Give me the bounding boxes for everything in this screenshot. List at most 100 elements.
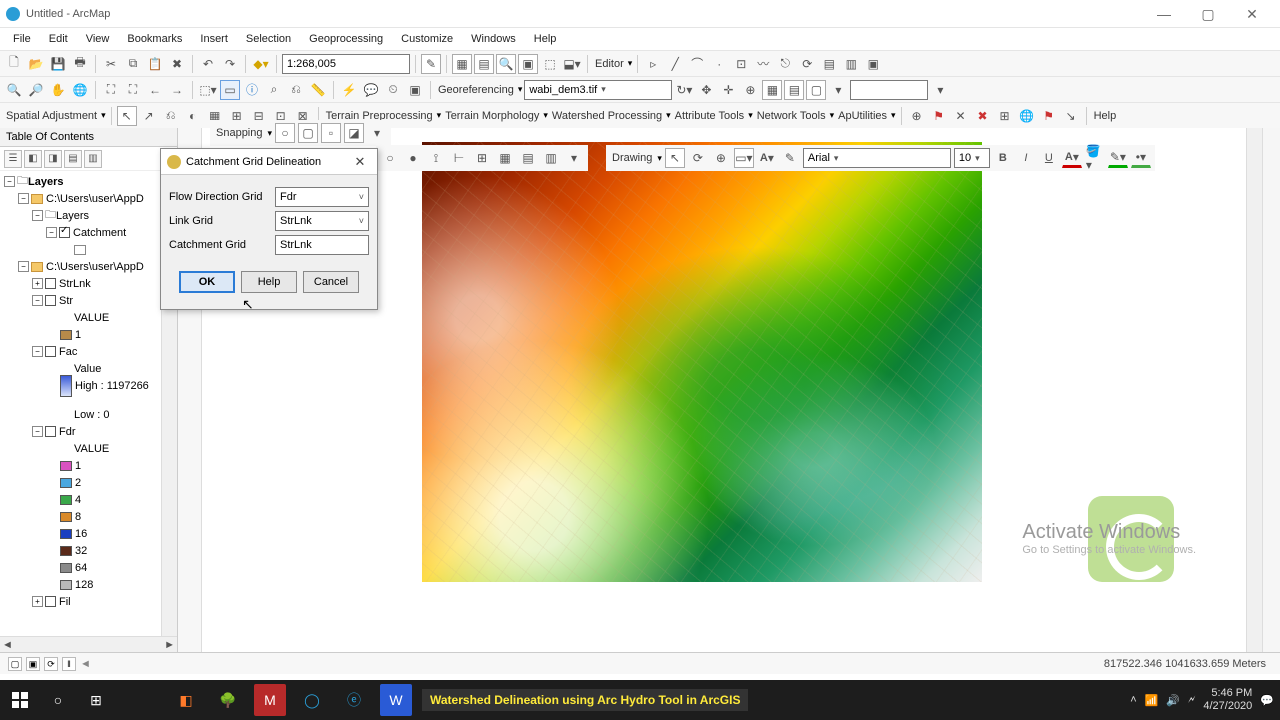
georef-shift-icon[interactable]: ✥ xyxy=(696,80,716,100)
layer-visibility-checkbox[interactable] xyxy=(45,278,56,289)
toc-group1[interactable]: C:\Users\user\AppD xyxy=(46,193,144,205)
toc-tree[interactable]: −🗀 Layers −C:\Users\user\AppD −🗀 Layers … xyxy=(0,171,177,636)
edit-attr-icon[interactable]: ▤ xyxy=(819,54,839,74)
toc-list-by-drawing-icon[interactable]: ☰ xyxy=(4,150,22,168)
print-icon[interactable]: 🖶 xyxy=(70,54,90,74)
georef-link-icon[interactable]: ✛ xyxy=(718,80,738,100)
layer-visibility-checkbox[interactable] xyxy=(45,295,56,306)
pan-icon[interactable]: ✋ xyxy=(48,80,68,100)
ah-point-icon[interactable]: ⊕ xyxy=(907,106,927,126)
shape-grid-icon[interactable]: ▦ xyxy=(495,148,515,168)
font-family-dropdown[interactable]: Arial xyxy=(803,148,951,168)
ah-trace-icon[interactable]: ✖ xyxy=(973,106,993,126)
expand-icon[interactable]: − xyxy=(32,295,43,306)
delete-icon[interactable]: ✖ xyxy=(167,54,187,74)
python-window-icon[interactable]: ▣ xyxy=(518,54,538,74)
shape-opt-icon[interactable]: ▾ xyxy=(564,148,584,168)
archydro-help-menu[interactable]: Help xyxy=(1092,110,1119,122)
toc-list-by-visibility-icon[interactable]: ◨ xyxy=(44,150,62,168)
layer-visibility-checkbox[interactable] xyxy=(45,346,56,357)
map-vertical-scrollbar[interactable] xyxy=(1246,128,1262,652)
full-extent-icon[interactable]: 🌐 xyxy=(70,80,90,100)
georef-options-icon[interactable]: ▾ xyxy=(930,80,950,100)
edit-point-icon[interactable]: · xyxy=(709,54,729,74)
draw-zoom-icon[interactable]: ⊕ xyxy=(711,148,731,168)
expand-icon[interactable]: − xyxy=(32,210,43,221)
symbol-swatch[interactable] xyxy=(60,330,72,340)
edit-sketch-icon[interactable]: ▥ xyxy=(841,54,861,74)
tray-battery-icon[interactable]: 🗲 xyxy=(1188,694,1195,707)
georef-value-input[interactable] xyxy=(850,80,928,100)
draw-text-icon[interactable]: A▾ xyxy=(757,148,777,168)
taskbar-clock[interactable]: 5:46 PM 4/27/2020 xyxy=(1203,687,1252,712)
expand-icon[interactable]: + xyxy=(32,278,43,289)
line-color-icon[interactable]: ✎▾ xyxy=(1108,148,1128,168)
menu-insert[interactable]: Insert xyxy=(191,31,237,47)
shape-grid2-icon[interactable]: ▤ xyxy=(518,148,538,168)
pause-icon[interactable]: ‖ xyxy=(62,657,76,671)
snapping-label[interactable]: Snapping xyxy=(214,127,265,139)
symbol-swatch[interactable] xyxy=(60,512,72,522)
edit-curve-icon[interactable]: ⌒ xyxy=(687,54,707,74)
sa-modify-icon[interactable]: ⎌ xyxy=(161,106,181,126)
symbol-ramp[interactable] xyxy=(60,375,72,397)
toc-list-by-source-icon[interactable]: ◧ xyxy=(24,150,42,168)
toc-group1-layers[interactable]: Layers xyxy=(56,210,89,222)
catchment-grid-input[interactable]: StrLnk xyxy=(275,235,369,255)
next-extent-icon[interactable]: → xyxy=(167,80,187,100)
edit-vertex-icon[interactable]: ⊡ xyxy=(731,54,751,74)
menu-bookmarks[interactable]: Bookmarks xyxy=(118,31,191,47)
expand-icon[interactable]: − xyxy=(32,346,43,357)
editor-label[interactable]: Editor xyxy=(593,58,626,70)
html-popup-icon[interactable]: 💬 xyxy=(361,80,381,100)
select-tool-icon[interactable]: ↖ xyxy=(117,106,137,126)
expand-icon[interactable]: − xyxy=(18,261,29,272)
close-button[interactable]: ✕ xyxy=(1230,0,1274,28)
editor-toolbar-icon[interactable]: ✎ xyxy=(421,54,441,74)
symbol-swatch[interactable] xyxy=(74,245,86,255)
help-button[interactable]: Help xyxy=(241,271,297,293)
edit-line-icon[interactable]: ╱ xyxy=(665,54,685,74)
toc-fil-layer[interactable]: Fil xyxy=(59,596,71,608)
menu-edit[interactable]: Edit xyxy=(40,31,77,47)
hyperlink-icon[interactable]: ⚡ xyxy=(339,80,359,100)
toc-list-by-selection-icon[interactable]: ▤ xyxy=(64,150,82,168)
georef-source-dropdown[interactable]: wabi_dem3.tif xyxy=(524,80,672,100)
shape-fillcircle-icon[interactable]: ● xyxy=(403,148,423,168)
snap-edge-icon[interactable]: ◪ xyxy=(344,123,364,143)
toc-strlnk-layer[interactable]: StrLnk xyxy=(59,278,91,290)
edit-split-icon[interactable]: ⎋ xyxy=(775,54,795,74)
shape-grid3-icon[interactable]: ▥ xyxy=(541,148,561,168)
measure-icon[interactable]: 📏 xyxy=(308,80,328,100)
map-scale-input[interactable] xyxy=(282,54,410,74)
zoom-in-icon[interactable]: 🔍 xyxy=(4,80,24,100)
ok-button[interactable]: OK xyxy=(179,271,235,293)
toolbox-icon[interactable]: ▦ xyxy=(452,54,472,74)
ah-x-icon[interactable]: ✕ xyxy=(951,106,971,126)
find-icon[interactable]: ⌕ xyxy=(264,80,284,100)
toc-group2[interactable]: C:\Users\user\AppD xyxy=(46,261,144,273)
symbol-swatch[interactable] xyxy=(60,529,72,539)
dialog-titlebar[interactable]: Catchment Grid Delineation ✕ xyxy=(161,149,377,175)
layer-visibility-checkbox[interactable] xyxy=(45,426,56,437)
maximize-button[interactable]: ▢ xyxy=(1186,0,1230,28)
cancel-button[interactable]: Cancel xyxy=(303,271,359,293)
georef-rotate-icon[interactable]: ↻▾ xyxy=(674,80,694,100)
expand-icon[interactable]: + xyxy=(32,596,43,607)
font-color-icon[interactable]: A▾ xyxy=(1062,148,1082,168)
data-view-icon[interactable]: ▢ xyxy=(8,657,22,671)
edit-rotate-icon[interactable]: ⟳ xyxy=(797,54,817,74)
georeferencing-label[interactable]: Georeferencing xyxy=(436,84,516,96)
select-features-icon[interactable]: ⬚▾ xyxy=(198,80,218,100)
taskbar-app-1[interactable]: ◧ xyxy=(170,684,202,716)
tray-volume-icon[interactable]: 🔊 xyxy=(1166,694,1180,707)
toc-horizontal-scrollbar[interactable]: ◄► xyxy=(0,636,177,652)
ah-grid-icon[interactable]: ⊞ xyxy=(995,106,1015,126)
edit-finish-icon[interactable]: ▣ xyxy=(863,54,883,74)
toc-options-icon[interactable]: ▥ xyxy=(84,150,102,168)
ah-flow-icon[interactable]: ⚑ xyxy=(1039,106,1059,126)
edit-tool-icon[interactable]: ▹ xyxy=(643,54,663,74)
toc-str-layer[interactable]: Str xyxy=(59,295,73,307)
link-grid-dropdown[interactable]: StrLnk xyxy=(275,211,369,231)
paste-icon[interactable]: 📋 xyxy=(145,54,165,74)
